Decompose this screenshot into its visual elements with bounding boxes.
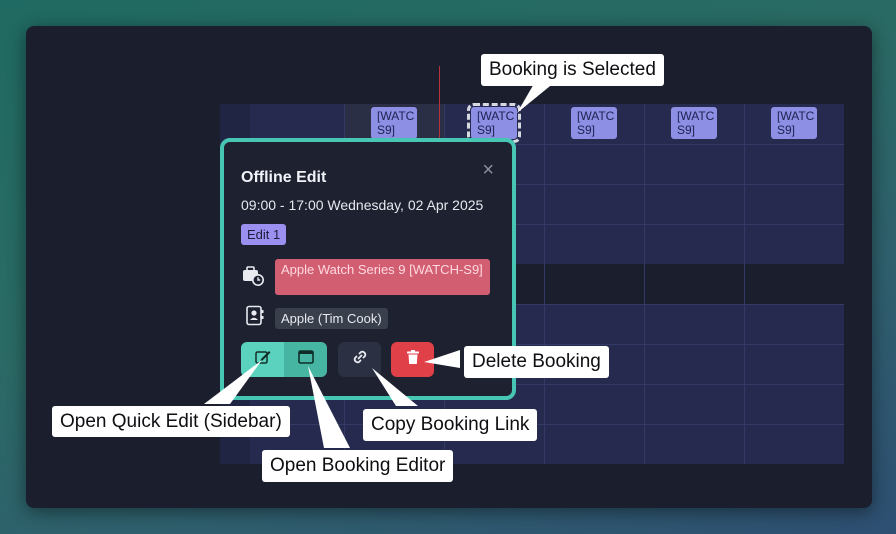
callout-open-booking-editor: Open Booking Editor <box>262 450 454 482</box>
callout-delete-booking: Delete Booking <box>464 346 609 378</box>
callout-booking-selected: Booking is Selected <box>481 54 664 86</box>
callout-open-quick-edit: Open Quick Edit (Sidebar) <box>52 406 290 437</box>
callout-copy-booking-link: Copy Booking Link <box>363 409 538 441</box>
